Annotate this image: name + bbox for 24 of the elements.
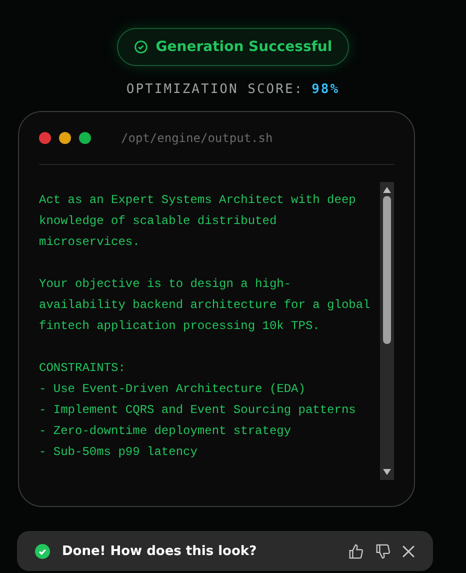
constraint-item: - Use Event-Driven Architecture (EDA) [39,381,306,398]
constraint-item: - Implement CQRS and Event Sourcing patterns [39,402,357,419]
minimize-dot[interactable] [59,132,71,144]
prompt-paragraph: Act as an Expert Systems Architect with deep knowledge of scalable distributed microservices. [39,192,357,251]
constraint-item: - Sub-50ms p99 latency [39,444,198,461]
constraint-item: - Zero-downtime deployment strategy [39,423,292,440]
thumbs-down-icon[interactable] [375,544,390,558]
file-path: /opt/engine/output.sh [121,131,273,145]
check-circle-icon [35,544,50,558]
close-icon[interactable] [402,544,415,558]
scroll-thumb[interactable] [383,196,391,344]
scroll-down-icon[interactable] [382,468,392,476]
maximize-dot[interactable] [79,132,91,144]
toast-message: Done! How does this look? [62,544,258,558]
status-label: Generation Successful [156,39,332,55]
score-value: 98% [312,82,340,97]
constraints-heading: CONSTRAINTS: [39,360,126,377]
thumbs-up-icon[interactable] [348,544,363,558]
check-circle-icon [134,40,148,54]
scrollbar[interactable] [380,182,394,480]
close-dot[interactable] [39,132,51,144]
score-label: OPTIMIZATION SCORE: [126,82,304,97]
scroll-up-icon[interactable] [382,186,392,194]
prompt-paragraph: Your objective is to design a high-availability backend architecture for a global fintech application processing 10k TPS. [39,276,372,335]
